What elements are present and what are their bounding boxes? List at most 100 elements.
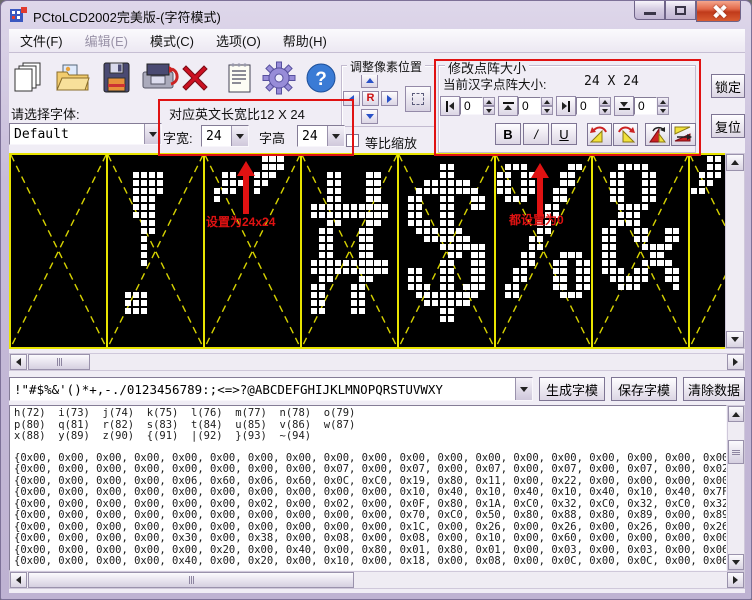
maximize-icon [675, 6, 686, 15]
lcd-hscroll-thumb[interactable] [28, 354, 90, 370]
lcd-cell-exclamation [106, 155, 203, 347]
aspect-ratio-label: 对应英文长宽比12 X 24 [169, 104, 305, 123]
font-select-combo[interactable]: Default [9, 123, 162, 145]
output-scroll-up-button[interactable] [728, 406, 744, 422]
pad-left-spinner[interactable] [483, 97, 495, 115]
client-area: ? 调整像素位置 R 等比缩放 请选择字体: Default 对应英文长宽比12… [9, 53, 745, 593]
title-bar[interactable]: PCtoLCD2002完美版-(字符模式) [1, 1, 751, 29]
font-select-value: Default [10, 127, 144, 142]
lcd-scroll-right-button[interactable] [727, 354, 744, 370]
close-button[interactable] [696, 1, 741, 22]
generate-font-button[interactable]: 生成字模 [539, 377, 605, 401]
output-scroll-right-button[interactable] [727, 572, 744, 588]
lcd-cell-dollar [397, 155, 494, 347]
matrix-size-title: 修改点阵大小 [445, 58, 529, 77]
lock-button[interactable]: 锁定 [711, 74, 745, 98]
rotate-right-icon [615, 125, 636, 144]
output-scroll-down-button[interactable] [728, 554, 744, 570]
scale-checkbox[interactable] [346, 134, 359, 147]
reset-button[interactable]: 复位 [711, 114, 745, 138]
scale-checkbox-label: 等比缩放 [365, 133, 417, 152]
maximize-button[interactable] [665, 1, 696, 20]
delete-button[interactable] [175, 58, 215, 98]
dashed-square-icon [412, 93, 424, 105]
svg-text:?: ? [315, 69, 327, 90]
lcd-scroll-left-button[interactable] [10, 354, 27, 370]
lcd-preview [9, 153, 725, 349]
new-file-button[interactable] [9, 58, 49, 98]
new-file-icon [11, 60, 47, 96]
left-arrow-icon [349, 95, 354, 103]
menu-bar: 文件(F) 编辑(E) 模式(C) 选项(O) 帮助(H) [9, 29, 745, 53]
pad-right-value[interactable]: 0 [576, 97, 599, 115]
char-width-label: 字宽: [163, 128, 193, 147]
charset-dropdown-button[interactable] [515, 378, 532, 400]
font-select-dropdown-button[interactable] [144, 124, 161, 144]
lcd-vscrollbar[interactable] [725, 153, 745, 349]
menu-file[interactable]: 文件(F) [9, 28, 74, 53]
menu-edit: 编辑(E) [74, 28, 139, 53]
rotate-right-button[interactable] [613, 123, 638, 146]
down-arrow-icon [366, 114, 374, 119]
output-vscrollbar[interactable] [727, 405, 745, 571]
scroll-left-icon [16, 358, 21, 366]
help-button[interactable]: ? [301, 58, 341, 98]
minimize-button[interactable] [634, 1, 665, 20]
move-up-button[interactable] [361, 73, 378, 88]
pad-top-spinner[interactable] [541, 97, 553, 115]
flip-horizontal-button[interactable] [671, 123, 696, 146]
menu-options[interactable]: 选项(O) [205, 28, 272, 53]
move-down-button[interactable] [361, 109, 378, 124]
move-right-button[interactable] [381, 91, 398, 106]
char-height-dropdown-button[interactable] [327, 126, 344, 146]
bold-button[interactable]: B [495, 123, 521, 145]
dropdown-arrow-icon [236, 134, 244, 139]
lcd-scroll-down-button[interactable] [726, 331, 744, 348]
lcd-cell-apostrophe [688, 155, 725, 347]
flip-vertical-button[interactable] [645, 123, 670, 146]
lcd-scroll-up-button[interactable] [726, 154, 744, 171]
lcd-hscrollbar[interactable] [9, 353, 745, 371]
rotate-left-button[interactable] [587, 123, 612, 146]
italic-button[interactable]: / [523, 123, 549, 145]
pad-right-control: 0 [556, 95, 611, 117]
font-select-label: 请选择字体: [11, 104, 80, 123]
settings-button[interactable] [259, 58, 299, 98]
output-hscrollbar[interactable] [9, 571, 745, 589]
save-button[interactable] [97, 58, 137, 98]
clear-data-button[interactable]: 清除数据 [683, 377, 745, 401]
charcode-line: x(88) y(89) z(90) {(91) |(92) }(93) ~(94… [14, 431, 726, 443]
charset-combo[interactable]: !"#$%&'()*+,-./0123456789:;<=>?@ABCDEFGH… [9, 377, 533, 401]
pad-right-icon [556, 96, 576, 116]
charset-value: !"#$%&'()*+,-./0123456789:;<=>?@ABCDEFGH… [10, 382, 515, 397]
menu-help[interactable]: 帮助(H) [272, 28, 338, 53]
view-code-button[interactable] [219, 58, 259, 98]
menu-mode[interactable]: 模式(C) [139, 28, 205, 53]
output-hscroll-thumb[interactable] [28, 572, 354, 588]
underline-button[interactable]: U [551, 123, 577, 145]
pad-right-spinner[interactable] [599, 97, 611, 115]
hex-line: {0x00, 0x00, 0x00, 0x00, 0x30, 0x00, 0x3… [14, 533, 726, 545]
annotation-text-2: 都设置为0 [509, 211, 564, 228]
move-left-button[interactable] [343, 91, 360, 106]
output-vscroll-thumb[interactable] [728, 440, 744, 464]
pad-top-icon [498, 96, 518, 116]
reset-position-button[interactable]: R [362, 91, 379, 106]
scroll-right-icon [733, 576, 738, 584]
flip-vertical-icon [647, 125, 668, 144]
char-height-combo[interactable]: 24 [297, 125, 345, 147]
pad-left-value[interactable]: 0 [460, 97, 483, 115]
center-glyph-button[interactable] [405, 86, 431, 112]
open-file-button[interactable] [53, 58, 93, 98]
output-textarea[interactable]: h(72) i(73) j(74) k(75) l(76) m(77) n(78… [9, 405, 727, 571]
pad-bottom-value[interactable]: 0 [634, 97, 657, 115]
lcd-cell-hash [300, 155, 397, 347]
scroll-down-icon [732, 560, 740, 565]
output-scroll-left-button[interactable] [10, 572, 27, 588]
char-width-combo[interactable]: 24 [201, 125, 249, 147]
char-width-dropdown-button[interactable] [231, 126, 248, 146]
save-font-button[interactable]: 保存字模 [611, 377, 677, 401]
pad-top-value[interactable]: 0 [518, 97, 541, 115]
pad-bottom-spinner[interactable] [657, 97, 669, 115]
dropdown-arrow-icon [149, 132, 157, 137]
